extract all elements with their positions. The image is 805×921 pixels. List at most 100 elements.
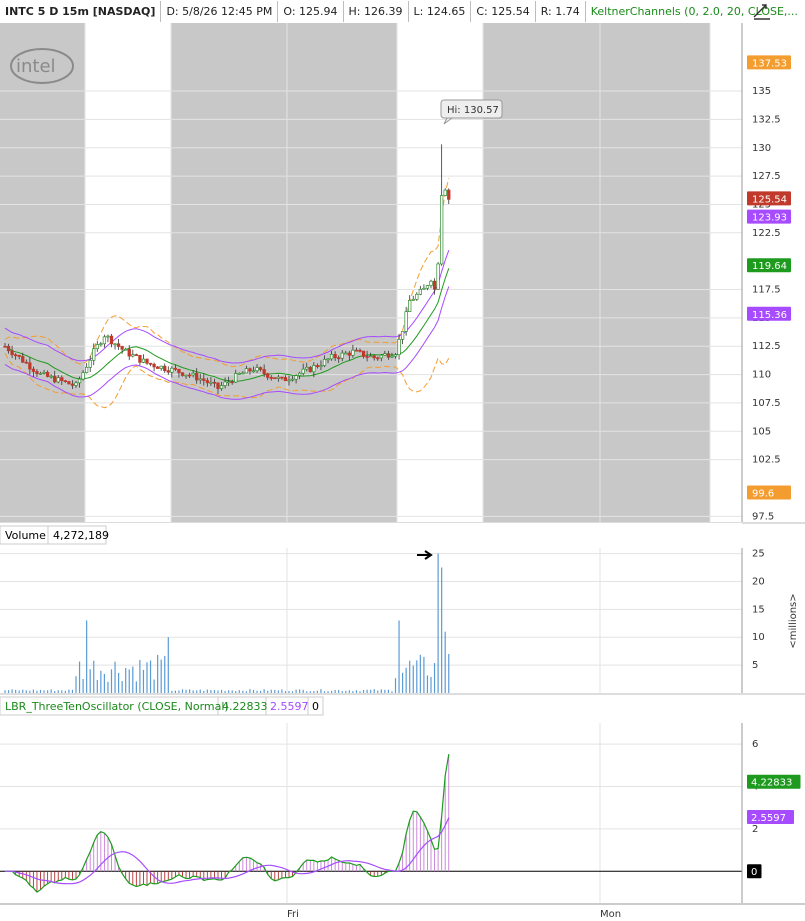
- candle-body: [422, 287, 426, 290]
- volume-bar: [295, 689, 297, 693]
- candle-body: [13, 354, 18, 357]
- candle-body: [63, 380, 68, 383]
- candle-body: [152, 363, 156, 368]
- volume-bar: [348, 690, 350, 693]
- candle-body: [237, 373, 241, 375]
- price-badge: 125.54: [747, 191, 791, 206]
- volume-bar: [235, 691, 237, 693]
- candle-body: [244, 368, 249, 374]
- volume-bar: [171, 690, 173, 693]
- volume-bar: [178, 690, 180, 693]
- volume-tick-label: 5: [752, 660, 758, 671]
- price-tick-label: 112.5: [752, 341, 781, 352]
- volume-bar: [86, 620, 88, 693]
- bar-high: H: 126.39: [344, 1, 409, 22]
- volume-bar: [345, 690, 347, 693]
- price-tick-label: 135: [752, 86, 771, 97]
- osc-value-2: 2.5597: [270, 700, 309, 713]
- candle-body: [81, 372, 85, 380]
- price-badge: 115.36: [747, 306, 791, 321]
- svg-text:137.53: 137.53: [752, 58, 787, 69]
- volume-bar: [57, 690, 59, 693]
- candle-body: [38, 373, 43, 375]
- volume-tick-label: 15: [752, 604, 765, 615]
- volume-tick-label: 20: [752, 576, 765, 587]
- candle-body: [337, 357, 341, 360]
- candle-body: [376, 357, 380, 360]
- volume-bar: [444, 631, 446, 693]
- volume-bar: [284, 691, 287, 693]
- volume-bar: [164, 655, 166, 693]
- price-tick-label: 132.5: [752, 114, 781, 125]
- candle-body: [109, 335, 114, 345]
- drawing-tools-icon[interactable]: [752, 3, 772, 21]
- candle-body: [276, 376, 280, 379]
- candle-body: [127, 348, 131, 357]
- volume-bar: [331, 690, 333, 693]
- symbol-label[interactable]: INTC 5 D 15m [NASDAQ]: [0, 1, 162, 22]
- candle-body: [333, 354, 337, 359]
- x-axis: Fri Mon: [0, 903, 805, 920]
- volume-bar: [185, 689, 187, 693]
- candle-body: [184, 374, 188, 377]
- candle-body: [92, 348, 96, 361]
- candle-body: [209, 381, 213, 384]
- osc-value-1: 4.22833: [222, 700, 268, 713]
- volume-tick-label: 25: [752, 549, 765, 560]
- volume-bar: [54, 691, 56, 693]
- volume-bar: [267, 690, 269, 693]
- volume-bar: [334, 690, 336, 693]
- price-tick-label: 117.5: [752, 285, 781, 296]
- candle-body: [372, 355, 376, 359]
- volume-bar: [61, 690, 63, 693]
- candle-body: [163, 365, 167, 371]
- volume-pane: 25 20 15 10 5 Volume 4,272,189 <millions>: [0, 522, 805, 693]
- volume-bar: [352, 691, 354, 693]
- volume-bar: [228, 690, 230, 693]
- candle-body: [429, 280, 433, 286]
- candle-body: [202, 378, 206, 381]
- volume-bar: [220, 689, 223, 693]
- volume-title: Volume: [5, 529, 46, 542]
- candle-body: [425, 285, 430, 289]
- candle-body: [319, 365, 323, 367]
- volume-bar: [68, 689, 70, 693]
- chart-area[interactable]: 135132.5130127.5125122.5117.5115112.5110…: [0, 23, 805, 921]
- candle-body: [223, 381, 227, 386]
- volume-bar: [277, 690, 279, 693]
- candle-body: [436, 263, 440, 290]
- volume-bar: [366, 689, 368, 693]
- volume-bar: [100, 670, 102, 693]
- candle-body: [198, 378, 202, 381]
- candle-body: [262, 369, 266, 375]
- svg-text:2.5597: 2.5597: [751, 813, 786, 824]
- candle-body: [269, 377, 273, 379]
- volume-bar: [370, 689, 372, 693]
- volume-bar: [270, 689, 272, 693]
- candle-body: [248, 368, 252, 372]
- volume-bar: [4, 690, 6, 693]
- volume-bar: [309, 691, 311, 693]
- candle-body: [60, 377, 64, 382]
- volume-bar: [448, 653, 450, 693]
- volume-bar: [288, 691, 290, 693]
- candle-body: [234, 373, 238, 383]
- volume-bar: [32, 689, 34, 693]
- price-badge: 137.53: [747, 55, 791, 70]
- candle-body: [3, 345, 7, 348]
- candle-body: [166, 370, 170, 373]
- svg-text:4.22833: 4.22833: [751, 778, 792, 789]
- volume-bar: [203, 690, 205, 693]
- volume-bar: [306, 691, 308, 693]
- candle-body: [393, 354, 398, 357]
- svg-text:115.36: 115.36: [752, 310, 787, 321]
- candle-body: [42, 372, 46, 374]
- bar-low: L: 124.65: [409, 1, 472, 22]
- volume-bar: [380, 689, 382, 693]
- session-shade: [483, 23, 710, 522]
- volume-bar: [402, 672, 404, 693]
- osc-tick-label: 6: [752, 739, 758, 750]
- volume-bar: [29, 690, 31, 693]
- volume-bar: [242, 690, 244, 693]
- osc-tick-label: 2: [752, 824, 758, 835]
